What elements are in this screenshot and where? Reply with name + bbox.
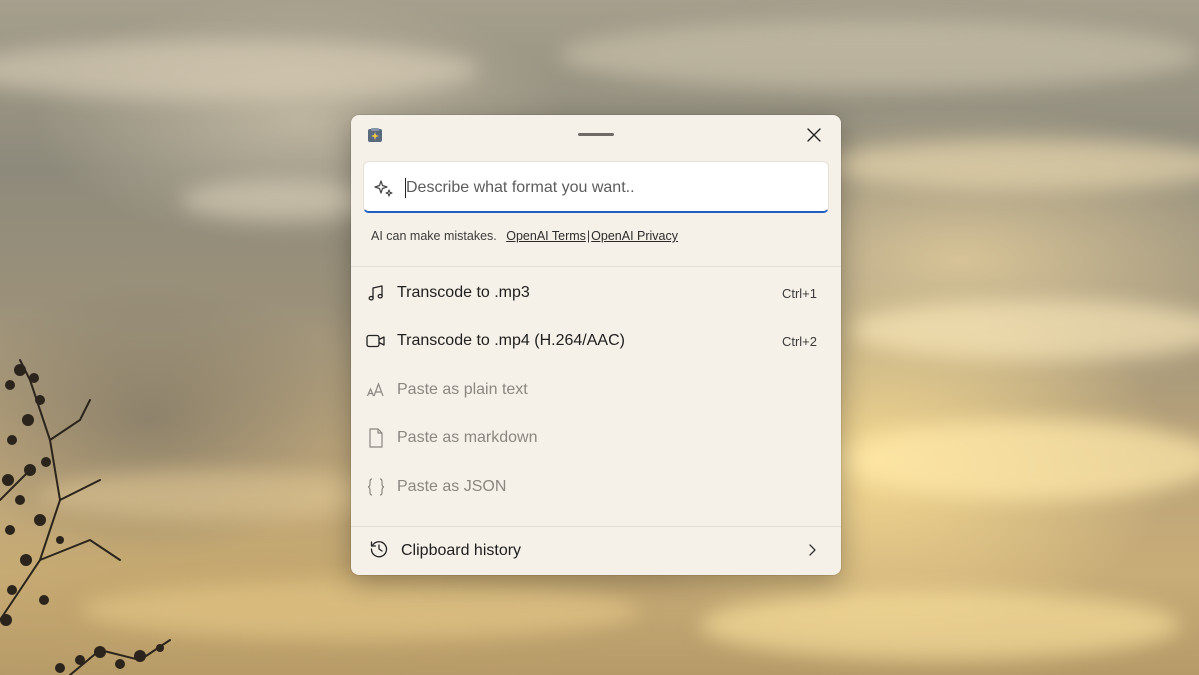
braces-icon: [365, 476, 387, 498]
clipboard-history-button[interactable]: Clipboard history: [359, 531, 833, 571]
disclaimer-text: AI can make mistakes.: [371, 229, 497, 243]
divider: [351, 526, 841, 527]
close-button[interactable]: [801, 123, 827, 147]
title-bar[interactable]: [351, 115, 841, 155]
action-transcode-mp4[interactable]: Transcode to .mp4 (H.264/AAC) Ctrl+2: [359, 320, 833, 362]
action-label: Paste as JSON: [397, 478, 507, 495]
action-transcode-mp3[interactable]: Transcode to .mp3 Ctrl+1: [359, 272, 833, 314]
cloud: [180, 180, 380, 220]
shortcut-label: Ctrl+1: [781, 285, 817, 301]
close-icon: [807, 128, 821, 142]
shortcut-label: Ctrl+2: [781, 333, 817, 349]
ai-disclaimer: AI can make mistakes. OpenAI Terms|OpenA…: [371, 229, 678, 243]
clipboard-history-label: Clipboard history: [401, 542, 522, 559]
document-icon: [365, 427, 387, 449]
prompt-input[interactable]: [406, 175, 806, 201]
action-label: Transcode to .mp3: [397, 284, 530, 301]
divider: [351, 266, 841, 267]
cloud: [850, 300, 1199, 360]
action-label: Paste as plain text: [397, 381, 528, 398]
action-paste-plain-text: Paste as plain text: [359, 369, 833, 411]
cloud: [0, 40, 480, 100]
music-note-icon: [365, 282, 387, 304]
drag-handle[interactable]: [578, 133, 614, 136]
cloud: [700, 590, 1180, 660]
desktop-wallpaper: AI can make mistakes. OpenAI Terms|OpenA…: [0, 0, 1199, 675]
action-paste-json: Paste as JSON: [359, 466, 833, 508]
history-icon: [369, 539, 389, 564]
chevron-right-icon: [807, 543, 817, 562]
text-size-icon: [365, 379, 387, 401]
cloud: [80, 580, 640, 640]
advanced-paste-window: AI can make mistakes. OpenAI Terms|OpenA…: [351, 115, 841, 575]
action-label: Paste as markdown: [397, 429, 538, 446]
video-camera-icon: [365, 330, 387, 352]
advanced-paste-icon: [367, 127, 383, 143]
sparkle-icon: [374, 178, 394, 198]
action-paste-markdown: Paste as markdown: [359, 417, 833, 459]
openai-privacy-link[interactable]: OpenAI Privacy: [591, 229, 678, 243]
cloud: [820, 140, 1199, 190]
prompt-input-box[interactable]: [363, 161, 829, 213]
cloud: [840, 420, 1199, 500]
tree-silhouette: [0, 359, 171, 675]
cloud: [40, 470, 400, 520]
link-separator: |: [586, 229, 591, 243]
openai-terms-link[interactable]: OpenAI Terms: [506, 229, 586, 243]
cloud: [560, 20, 1199, 90]
action-label: Transcode to .mp4 (H.264/AAC): [397, 332, 625, 349]
